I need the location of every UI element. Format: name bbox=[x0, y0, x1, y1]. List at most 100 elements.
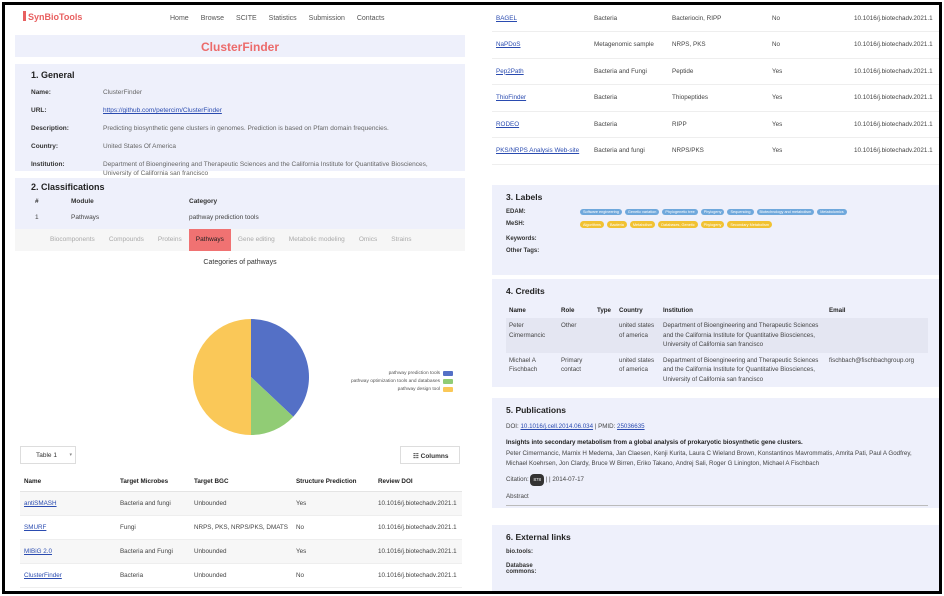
col-header: Country bbox=[619, 307, 643, 314]
edam-tags: Software engineering Genetic variation Phy… bbox=[580, 209, 928, 217]
edam-tag[interactable]: Metabolomics bbox=[817, 209, 847, 216]
mesh-tag[interactable]: Metabolism bbox=[629, 221, 656, 228]
table-row: SMURF Fungi NRPS, PKS, NRPS/PKS, DMATS No 10… bbox=[20, 515, 462, 540]
table-cell: No bbox=[768, 5, 850, 32]
credit-cell: united states of america bbox=[619, 356, 655, 374]
table-select[interactable]: Table 1 ▾ bbox=[20, 446, 76, 464]
tool-link[interactable]: BAGEL bbox=[496, 15, 517, 22]
publications-heading: 5. Publications bbox=[506, 405, 566, 415]
table-cell: Fungi bbox=[115, 515, 190, 540]
nav-links: Home Browse SCITE Statistics Submission Conta… bbox=[170, 15, 384, 22]
mesh-tag[interactable]: Algorithms bbox=[580, 221, 604, 228]
tool-link[interactable]: NaPDoS bbox=[496, 41, 521, 48]
credit-cell: Primary contact bbox=[561, 356, 583, 374]
credit-cell: united states of america bbox=[616, 318, 660, 353]
table-row: antiSMASH Bacteria and fungi Unbounded Yes 1… bbox=[20, 491, 462, 516]
biotools-label: bio.tools: bbox=[506, 549, 533, 555]
nav-link[interactable]: SCITE bbox=[236, 15, 257, 22]
credit-cell: Peter Cimermancic bbox=[506, 318, 558, 353]
mesh-tag[interactable]: Phylogeny bbox=[700, 221, 725, 228]
edam-tag[interactable]: Phylogeny bbox=[700, 209, 725, 216]
tab-strains[interactable]: Strains bbox=[384, 229, 418, 251]
columns-button-label: Columns bbox=[420, 453, 449, 460]
classifications-table: # Module Category 1 Pathways pathway predict… bbox=[31, 195, 449, 227]
tab-omics[interactable]: Omics bbox=[352, 229, 384, 251]
credits-table: Name Role Type Country Institution Email Peter… bbox=[506, 303, 928, 387]
table-cell: 10.1016/j.biotechadv.2021.1 bbox=[850, 31, 939, 59]
table-cell: Yes bbox=[768, 84, 850, 112]
publication-authors: Peter Cimermancic, Marnix H Medema, Jan … bbox=[506, 450, 912, 467]
tab-compounds[interactable]: Compounds bbox=[102, 229, 151, 251]
legend-label: pathway optimization tools and databases bbox=[351, 379, 441, 384]
legend-item[interactable]: pathway optimization tools and databases bbox=[351, 379, 454, 384]
col-header: Role bbox=[561, 307, 575, 314]
pmid-link[interactable]: 25036635 bbox=[617, 423, 645, 430]
col-header[interactable]: Target Microbes bbox=[115, 472, 190, 492]
tab-pathways[interactable]: Pathways bbox=[188, 229, 231, 251]
url-link[interactable]: https://github.com/petercim/ClusterFinde… bbox=[103, 107, 222, 114]
nav-link[interactable]: Contacts bbox=[357, 15, 385, 22]
nav-link[interactable]: Statistics bbox=[269, 15, 297, 22]
credits-section: 4. Credits Name Role Type Country Institutio… bbox=[492, 279, 939, 387]
institution-value: Department of Bioengineering and Therape… bbox=[103, 161, 428, 177]
col-header[interactable]: Structure Prediction bbox=[291, 472, 374, 492]
tool-link[interactable]: antiSMASH bbox=[24, 500, 57, 507]
edam-tag[interactable]: Genetic variation bbox=[624, 209, 660, 216]
mesh-tag[interactable]: Databases, Genetic bbox=[658, 221, 698, 228]
edam-tag[interactable]: Sequencing bbox=[727, 209, 754, 216]
tab-metabolic-modeling[interactable]: Metabolic modeling bbox=[282, 229, 352, 251]
tool-link[interactable]: RODEO bbox=[496, 121, 519, 128]
doi-link[interactable]: 10.1016/j.cell.2014.06.034 bbox=[520, 423, 593, 430]
tool-link[interactable]: SMURF bbox=[24, 524, 46, 531]
tool-link[interactable]: Pep2Path bbox=[496, 68, 524, 75]
credit-cell bbox=[594, 353, 616, 388]
logo[interactable]: SynBioTools bbox=[23, 11, 82, 22]
mesh-tag[interactable]: Secondary Metabolism bbox=[727, 221, 773, 228]
mesh-tag[interactable]: Bacteria bbox=[606, 221, 627, 228]
col-header[interactable]: Target BGC bbox=[189, 472, 292, 492]
tab-gene-editing[interactable]: Gene editing bbox=[231, 229, 282, 251]
tool-link[interactable]: ClusterFinder bbox=[24, 572, 62, 579]
class-cell: pathway prediction tools bbox=[189, 214, 259, 221]
table-row: BAGEL Bacteria Bacteriocin, RIPP No 10.1016/… bbox=[492, 5, 939, 32]
table-cell: NRPS, PKS bbox=[668, 31, 768, 59]
credit-cell bbox=[594, 318, 616, 353]
tools-table-continued: BAGEL Bacteria Bacteriocin, RIPP No 10.1016/… bbox=[492, 5, 939, 165]
abstract-toggle[interactable]: Abstract bbox=[506, 492, 928, 506]
table-cell: 10.1016/j.biotechadv.2021.1 bbox=[373, 563, 462, 588]
edam-tag[interactable]: Phylogenetic tree bbox=[662, 209, 698, 216]
mesh-tags: Algorithms Bacteria Metabolism Databases, G… bbox=[580, 221, 928, 229]
tool-link[interactable]: ThioFinder bbox=[496, 94, 526, 101]
tab-biocomponents[interactable]: Biocomponents bbox=[43, 229, 102, 251]
table-cell: 10.1016/j.biotechadv.2021.1 bbox=[850, 111, 939, 138]
pie-slice[interactable] bbox=[193, 319, 251, 435]
module-tabs: Biocomponents Compounds Proteins Pathways Ge… bbox=[15, 229, 465, 251]
class-cell: Pathways bbox=[71, 214, 100, 221]
nav-link[interactable]: Submission bbox=[309, 15, 345, 22]
columns-button[interactable]: ☷ Columns bbox=[400, 446, 460, 464]
nav-link[interactable]: Browse bbox=[201, 15, 224, 22]
legend-item[interactable]: pathway design tool bbox=[351, 387, 454, 392]
table-row: ClusterFinder Bacteria Unbounded No 10.1016/… bbox=[20, 563, 462, 588]
col-header: Category bbox=[189, 198, 218, 205]
table-cell: 10.1016/j.biotechadv.2021.1 bbox=[850, 58, 939, 85]
col-header[interactable]: Name bbox=[20, 472, 116, 492]
tool-link[interactable]: MIBiG 2.0 bbox=[24, 548, 52, 555]
table-cell: 10.1016/j.biotechadv.2021.1 bbox=[373, 491, 462, 516]
legend-swatch bbox=[443, 379, 454, 384]
credit-cell: Michael A Fischbach bbox=[509, 356, 538, 374]
legend-label: pathway design tool bbox=[397, 387, 441, 392]
credit-cell: Department of Bioengineering and Therape… bbox=[663, 356, 819, 383]
table-row: Pep2Path Bacteria and Fungi Peptide Yes 10.1… bbox=[492, 58, 939, 85]
tool-link[interactable]: PKS/NRPS Analysis Web-site bbox=[496, 147, 579, 154]
tab-proteins[interactable]: Proteins bbox=[151, 229, 189, 251]
edam-tag[interactable]: Software engineering bbox=[580, 209, 622, 216]
col-header[interactable]: Review DOI bbox=[373, 472, 462, 492]
edam-tag[interactable]: Biotechnology and metabolism bbox=[756, 209, 815, 216]
table-cell: Peptide bbox=[668, 58, 768, 85]
credit-cell: fischbach@fischbachgroup.org bbox=[829, 356, 915, 364]
table-cell: Bacteria and fungi bbox=[590, 137, 668, 165]
legend-item[interactable]: pathway prediction tools bbox=[351, 371, 454, 376]
table-row: ThioFinder Bacteria Thiopeptides Yes 10.1016… bbox=[492, 84, 939, 112]
nav-link[interactable]: Home bbox=[170, 15, 189, 22]
